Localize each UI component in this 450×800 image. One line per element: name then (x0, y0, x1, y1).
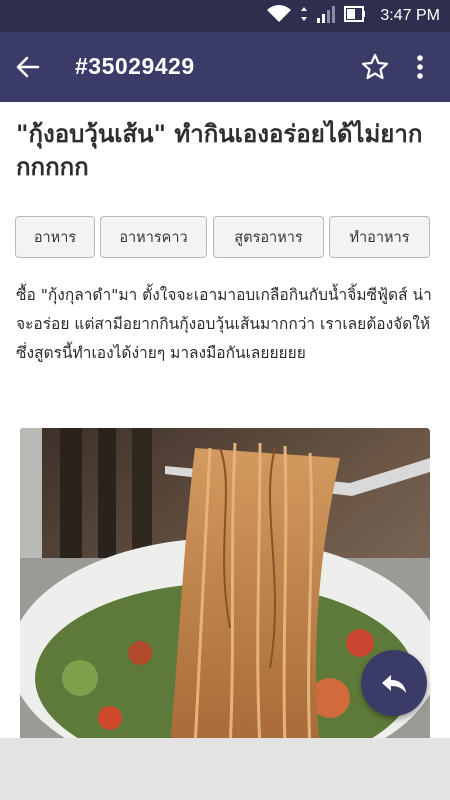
reply-button[interactable] (361, 650, 427, 716)
more-vert-icon (417, 55, 423, 79)
status-icons: 3:47 PM (266, 5, 440, 27)
tag-chip[interactable]: อาหาร (15, 216, 95, 258)
article-title: "กุ้งอบวุ้นเส้น" ทำกินเองอร่อยได้ไม่ยากก… (16, 120, 423, 181)
bottom-panel (0, 738, 450, 800)
wifi-icon (266, 4, 292, 28)
battery-icon (344, 4, 366, 28)
favorite-button[interactable] (360, 52, 390, 82)
star-outline-icon (361, 53, 389, 80)
article-body: ซื้อ "กุ้งกุลาดำ"มา ตั้งใจจะเอามาอบเกลือ… (16, 286, 432, 362)
back-arrow-icon (16, 56, 40, 78)
tag-chip[interactable]: อาหารคาว (100, 216, 207, 258)
tag-chip[interactable]: ทำอาหาร (329, 216, 430, 258)
status-time: 3:47 PM (380, 7, 440, 24)
article-content[interactable]: "กุ้งอบวุ้นเส้น" ทำกินเองอร่อยได้ไม่ยากก… (0, 102, 450, 800)
back-button[interactable] (14, 53, 42, 81)
cell-signal-icon (316, 4, 336, 28)
reply-icon (382, 675, 406, 693)
tag-chip[interactable]: สูตรอาหาร (213, 216, 324, 258)
more-options-button[interactable] (408, 52, 432, 82)
status-bar: 3:47 PM (0, 0, 450, 32)
app-bar: #35029429 (0, 32, 450, 102)
page-title: #35029429 (75, 53, 195, 79)
data-transfer-icon (300, 4, 308, 28)
